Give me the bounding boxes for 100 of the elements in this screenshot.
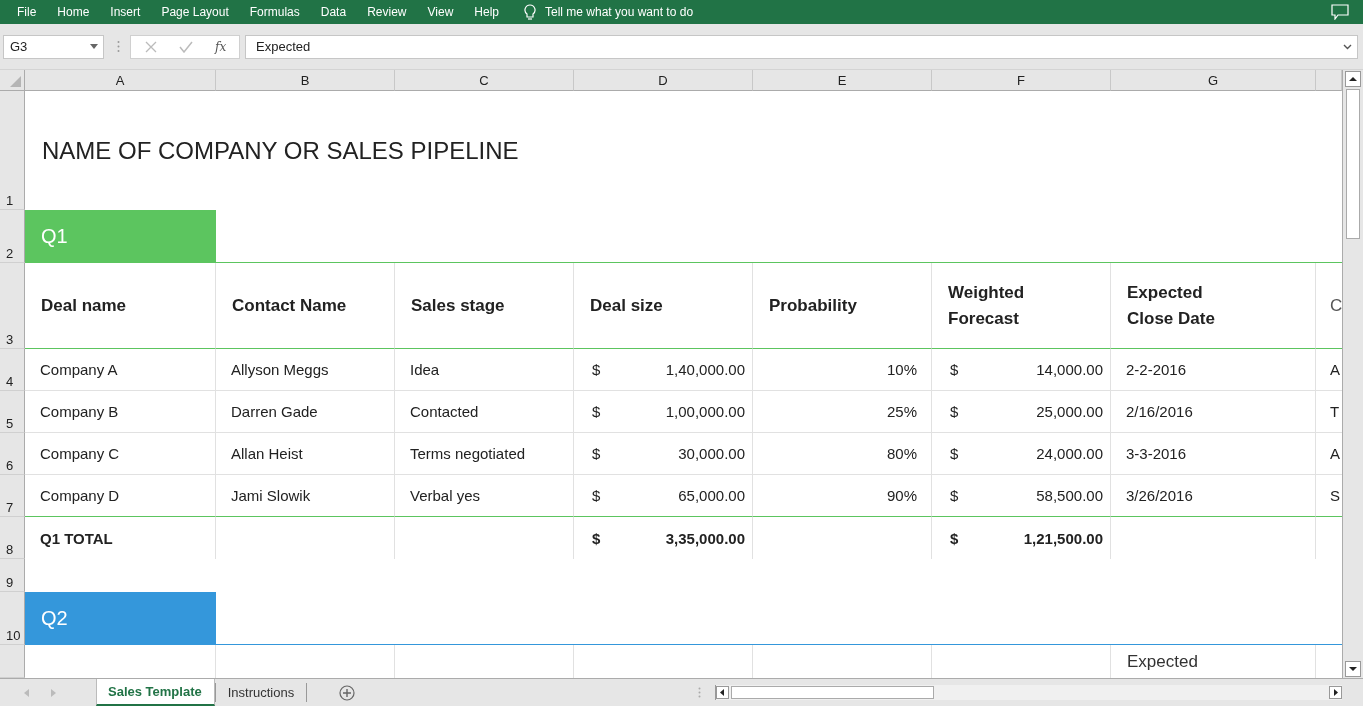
table-cell: Idea bbox=[395, 349, 574, 391]
ribbon-tab[interactable]: View bbox=[417, 5, 465, 19]
next-sheet-icon[interactable] bbox=[51, 688, 56, 697]
amount-text: 24,000.00 bbox=[1036, 445, 1103, 462]
column-heading: Sales stage bbox=[395, 263, 574, 349]
scroll-left-icon[interactable] bbox=[716, 686, 729, 699]
currency-symbol: $ bbox=[950, 529, 959, 547]
table-cell: 10% bbox=[753, 349, 932, 391]
row-header[interactable]: 8 bbox=[0, 517, 25, 559]
row-header[interactable]: 10 bbox=[0, 592, 25, 645]
column-heading: Deal name bbox=[25, 263, 216, 349]
column-header[interactable]: F bbox=[932, 70, 1111, 91]
column-header[interactable]: G bbox=[1111, 70, 1316, 91]
sheet-tab[interactable]: Sales Template bbox=[96, 679, 215, 706]
vertical-scrollbar[interactable] bbox=[1342, 70, 1363, 678]
table-cell: 90% bbox=[753, 475, 932, 517]
row-header[interactable]: 5 bbox=[0, 391, 25, 433]
row-header[interactable]: 7 bbox=[0, 475, 25, 517]
horizontal-scrollbar[interactable] bbox=[715, 685, 1342, 700]
ribbon-tab[interactable]: Home bbox=[47, 5, 101, 19]
table-cell: 25% bbox=[753, 391, 932, 433]
amount-text: 25,000.00 bbox=[1036, 403, 1103, 420]
table-cell: 2/16/2016 bbox=[1111, 391, 1316, 433]
table-cell: Jami Slowik bbox=[216, 475, 395, 517]
table-cell: Company B bbox=[25, 391, 216, 433]
amount-text: 1,21,500.00 bbox=[1023, 529, 1103, 547]
row-header[interactable]: 3 bbox=[0, 263, 25, 349]
amount-text: 14,000.00 bbox=[1036, 361, 1103, 378]
dropdown-caret-icon[interactable] bbox=[90, 44, 98, 49]
currency-symbol: $ bbox=[592, 445, 601, 462]
row-header[interactable]: 2 bbox=[0, 210, 25, 263]
more-icon[interactable] bbox=[117, 40, 120, 53]
table-cell: Verbal yes bbox=[395, 475, 574, 517]
column-heading: Deal size bbox=[574, 263, 753, 349]
check-icon[interactable] bbox=[179, 40, 193, 53]
table-cell: 3-3-2016 bbox=[1111, 433, 1316, 475]
row-header[interactable] bbox=[0, 645, 25, 678]
currency-symbol: $ bbox=[592, 403, 601, 420]
currency-symbol: $ bbox=[950, 361, 959, 378]
chevron-down-icon[interactable] bbox=[1343, 43, 1352, 50]
comment-icon[interactable] bbox=[1331, 4, 1349, 20]
row-header[interactable]: 6 bbox=[0, 433, 25, 475]
column-heading: Contact Name bbox=[216, 263, 395, 349]
scroll-up-icon[interactable] bbox=[1345, 71, 1361, 87]
table-cell: Allan Heist bbox=[216, 433, 395, 475]
name-box[interactable]: G3 bbox=[3, 34, 104, 59]
tell-me-search[interactable]: Tell me what you want to do bbox=[545, 5, 694, 19]
add-sheet-icon[interactable] bbox=[339, 684, 356, 701]
amount-text: 3,35,000.00 bbox=[665, 529, 745, 547]
cancel-icon[interactable] bbox=[145, 40, 157, 53]
ribbon-tab[interactable]: Insert bbox=[100, 5, 152, 19]
currency-symbol: $ bbox=[950, 487, 959, 504]
ribbon-tab[interactable]: Data bbox=[310, 5, 358, 19]
ribbon-tab[interactable]: Formulas bbox=[239, 5, 311, 19]
row-header[interactable]: 9 bbox=[0, 559, 25, 592]
amount-text: 30,000.00 bbox=[678, 445, 745, 462]
column-header[interactable]: B bbox=[216, 70, 395, 91]
column-header[interactable]: C bbox=[395, 70, 574, 91]
table-cell: 80% bbox=[753, 433, 932, 475]
currency-symbol: $ bbox=[592, 361, 601, 378]
ribbon-tab[interactable]: File bbox=[8, 5, 48, 19]
formula-input[interactable]: Expected bbox=[245, 34, 1358, 59]
column-heading: Expected Close Date bbox=[1111, 263, 1316, 349]
currency-symbol: $ bbox=[592, 529, 601, 547]
ribbon-tab[interactable]: Page Layout bbox=[151, 5, 240, 19]
row-header[interactable]: 1 bbox=[0, 91, 25, 210]
column-heading: Weighted Forecast bbox=[932, 263, 1111, 349]
column-heading: Probability bbox=[753, 263, 932, 349]
ribbon-tab[interactable]: Help bbox=[464, 5, 510, 19]
quarter-label: Q1 bbox=[25, 210, 216, 263]
previous-sheet-icon[interactable] bbox=[24, 688, 29, 697]
amount-text: 65,000.00 bbox=[678, 487, 745, 504]
total-label: Q1 TOTAL bbox=[25, 517, 216, 559]
amount-text: 58,500.00 bbox=[1036, 487, 1103, 504]
table-cell: Company C bbox=[25, 433, 216, 475]
table-cell: Contacted bbox=[395, 391, 574, 433]
select-all-icon[interactable] bbox=[10, 76, 21, 87]
table-cell: 3/26/2016 bbox=[1111, 475, 1316, 517]
sheet-tab[interactable]: Instructions bbox=[215, 679, 307, 706]
quarter-label: Q2 bbox=[25, 592, 216, 645]
currency-symbol: $ bbox=[950, 403, 959, 420]
lightbulb-icon bbox=[524, 4, 536, 20]
scroll-down-icon[interactable] bbox=[1345, 661, 1361, 677]
column-header[interactable]: D bbox=[574, 70, 753, 91]
currency-symbol: $ bbox=[592, 487, 601, 504]
currency-symbol: $ bbox=[950, 445, 959, 462]
table-cell: Company D bbox=[25, 475, 216, 517]
table-cell: 2-2-2016 bbox=[1111, 349, 1316, 391]
sheet-title: NAME OF COMPANY OR SALES PIPELINE bbox=[41, 135, 520, 166]
insert-function-button[interactable]: fx bbox=[215, 39, 227, 54]
scroll-right-icon[interactable] bbox=[1329, 686, 1342, 699]
table-cell: Darren Gade bbox=[216, 391, 395, 433]
column-header[interactable]: E bbox=[753, 70, 932, 91]
scroll-thumb[interactable] bbox=[731, 686, 934, 699]
ribbon-tab[interactable]: Review bbox=[357, 5, 418, 19]
column-heading: Expected bbox=[1127, 652, 1198, 672]
column-header[interactable]: A bbox=[25, 70, 216, 91]
scroll-thumb[interactable] bbox=[1346, 89, 1360, 239]
row-header[interactable]: 4 bbox=[0, 349, 25, 391]
table-cell: Company A bbox=[25, 349, 216, 391]
